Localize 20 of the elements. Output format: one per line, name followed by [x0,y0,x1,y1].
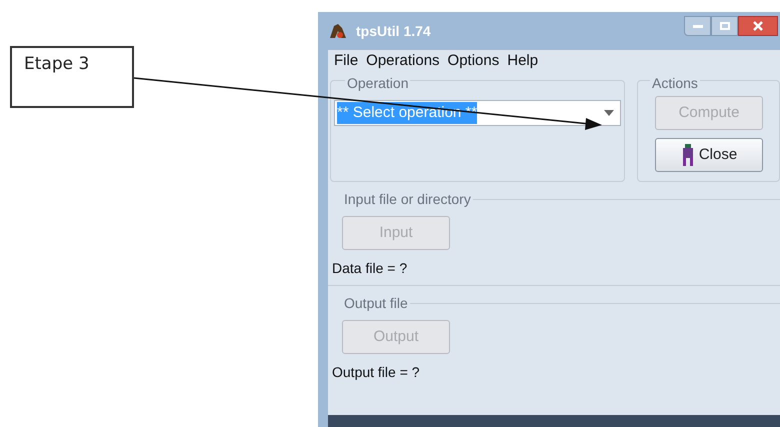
close-icon [753,21,763,31]
person-icon [680,144,695,166]
status-text: Output file = ? [332,363,421,382]
menu-item[interactable]: File [334,50,358,72]
menu-item[interactable]: Help [507,50,538,72]
menu-item[interactable]: Operations [366,50,440,72]
menu-item[interactable]: Options [448,50,500,72]
group-title: Output file [342,296,410,310]
group-title: Actions [650,75,700,91]
close-window-button[interactable] [738,16,778,36]
maximize-button[interactable] [711,16,738,36]
group-title: Operation [345,75,410,91]
status-text: Data file = ? [332,259,408,278]
minimize-button[interactable] [684,16,711,36]
caret-icon [604,110,614,116]
callout-box: Etape 3 [10,46,134,108]
close-button[interactable]: Close [655,138,763,172]
app-icon [328,22,348,40]
window-title: tpsUtil 1.74 [356,22,431,41]
group-title: Input file or directory [342,192,473,206]
